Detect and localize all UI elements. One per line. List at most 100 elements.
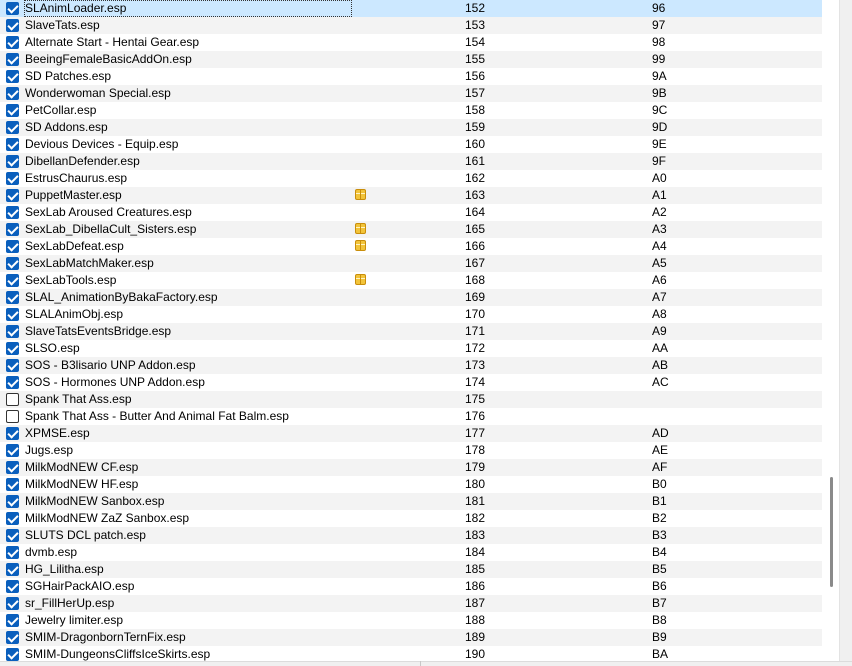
checkbox-checked[interactable] — [6, 291, 19, 304]
checkbox-checked[interactable] — [6, 427, 19, 440]
checkbox-checked[interactable] — [6, 189, 19, 202]
checkbox-checked[interactable] — [6, 359, 19, 372]
checkbox-checked[interactable] — [6, 580, 19, 593]
plugin-row[interactable]: SGHairPackAIO.esp 186 B6 — [0, 578, 822, 595]
plugin-priority: 184 — [465, 545, 486, 559]
checkbox-checked[interactable] — [6, 512, 19, 525]
checkbox-checked[interactable] — [6, 172, 19, 185]
plugin-row[interactable]: BeeingFemaleBasicAddOn.esp 155 99 — [0, 51, 822, 68]
plugin-name: dvmb.esp — [25, 545, 78, 559]
plugin-priority: 190 — [465, 647, 486, 661]
checkbox-checked[interactable] — [6, 342, 19, 355]
plugin-row[interactable]: MilkModNEW CF.esp 179 AF — [0, 459, 822, 476]
scrollbar-thumb[interactable] — [830, 477, 833, 587]
plugin-row[interactable]: Spank That Ass.esp 175 — [0, 391, 822, 408]
plugin-row[interactable]: SOS - Hormones UNP Addon.esp 174 AC — [0, 374, 822, 391]
checkbox-checked[interactable] — [6, 563, 19, 576]
checkbox-checked[interactable] — [6, 2, 19, 15]
checkbox-checked[interactable] — [6, 546, 19, 559]
plugin-row[interactable]: SexLab Aroused Creatures.esp 164 A2 — [0, 204, 822, 221]
plugin-row[interactable]: SlaveTats.esp 153 97 — [0, 17, 822, 34]
plugin-priority: 157 — [465, 86, 486, 100]
plugin-row[interactable]: Jewelry limiter.esp 188 B8 — [0, 612, 822, 629]
plugin-row[interactable]: DibellanDefender.esp 161 9F — [0, 153, 822, 170]
plugin-priority: 181 — [465, 494, 486, 508]
plugin-row[interactable]: SLSO.esp 172 AA — [0, 340, 822, 357]
checkbox-checked[interactable] — [6, 240, 19, 253]
checkbox-checked[interactable] — [6, 121, 19, 134]
plugin-row[interactable]: Spank That Ass - Butter And Animal Fat B… — [0, 408, 822, 425]
checkbox-checked[interactable] — [6, 597, 19, 610]
checkbox-checked[interactable] — [6, 325, 19, 338]
checkbox-unchecked[interactable] — [6, 410, 19, 423]
checkbox-checked[interactable] — [6, 631, 19, 644]
plugin-mod-index: AD — [652, 426, 669, 440]
plugin-priority: 183 — [465, 528, 486, 542]
plugin-row[interactable]: SMIM-DungeonsCliffsIceSkirts.esp 190 BA — [0, 646, 822, 661]
plugin-row[interactable]: PuppetMaster.esp 163 A1 — [0, 187, 822, 204]
checkbox-unchecked[interactable] — [6, 393, 19, 406]
checkbox-checked[interactable] — [6, 444, 19, 457]
plugin-row[interactable]: SLAL_AnimationByBakaFactory.esp 169 A7 — [0, 289, 822, 306]
plugin-row[interactable]: sr_FillHerUp.esp 187 B7 — [0, 595, 822, 612]
plugin-mod-index: AB — [652, 358, 669, 372]
plugin-row[interactable]: SexLab_DibellaCult_Sisters.esp 165 A3 — [0, 221, 822, 238]
plugin-mod-index: A2 — [652, 205, 667, 219]
plugin-row[interactable]: SMIM-DragonbornTernFix.esp 189 B9 — [0, 629, 822, 646]
plugin-row[interactable]: EstrusChaurus.esp 162 A0 — [0, 170, 822, 187]
plugin-row[interactable]: SLAnimLoader.esp 152 96 — [0, 0, 822, 17]
checkbox-checked[interactable] — [6, 53, 19, 66]
plugin-row[interactable]: SOS - B3lisario UNP Addon.esp 173 AB — [0, 357, 822, 374]
plugin-row[interactable]: PetCollar.esp 158 9C — [0, 102, 822, 119]
plugin-name: SMIM-DragonbornTernFix.esp — [25, 630, 186, 644]
checkbox-checked[interactable] — [6, 529, 19, 542]
plugin-mod-index: 9C — [652, 103, 668, 117]
checkbox-checked[interactable] — [6, 206, 19, 219]
plugin-row[interactable]: SexLabMatchMaker.esp 167 A5 — [0, 255, 822, 272]
plugin-name: MilkModNEW HF.esp — [25, 477, 139, 491]
checkbox-checked[interactable] — [6, 648, 19, 661]
plugin-row[interactable]: SlaveTatsEventsBridge.esp 171 A9 — [0, 323, 822, 340]
checkbox-checked[interactable] — [6, 478, 19, 491]
plugin-row[interactable]: Alternate Start - Hentai Gear.esp 154 98 — [0, 34, 822, 51]
vertical-scrollbar[interactable] — [822, 0, 839, 661]
checkbox-checked[interactable] — [6, 376, 19, 389]
plugin-row[interactable]: XPMSE.esp 177 AD — [0, 425, 822, 442]
plugin-priority: 188 — [465, 613, 486, 627]
plugin-row[interactable]: HG_Lilitha.esp 185 B5 — [0, 561, 822, 578]
checkbox-checked[interactable] — [6, 308, 19, 321]
plugin-row[interactable]: MilkModNEW ZaZ Sanbox.esp 182 B2 — [0, 510, 822, 527]
checkbox-checked[interactable] — [6, 19, 19, 32]
checkbox-checked[interactable] — [6, 70, 19, 83]
checkbox-checked[interactable] — [6, 87, 19, 100]
checkbox-checked[interactable] — [6, 104, 19, 117]
plugin-row[interactable]: MilkModNEW HF.esp 180 B0 — [0, 476, 822, 493]
plugin-row[interactable]: SexLabDefeat.esp 166 A4 — [0, 238, 822, 255]
plugin-row[interactable]: SD Patches.esp 156 9A — [0, 68, 822, 85]
plugin-row[interactable]: dvmb.esp 184 B4 — [0, 544, 822, 561]
plugin-name: PetCollar.esp — [25, 103, 97, 117]
plugin-priority: 174 — [465, 375, 486, 389]
checkbox-checked[interactable] — [6, 274, 19, 287]
plugin-mod-index: 97 — [652, 18, 666, 32]
checkbox-checked[interactable] — [6, 461, 19, 474]
plugin-list[interactable]: SLAnimLoader.esp 152 96 SlaveTats.esp 153 97 A… — [0, 0, 822, 661]
plugin-row[interactable]: SexLabTools.esp 168 A6 — [0, 272, 822, 289]
checkbox-checked[interactable] — [6, 495, 19, 508]
plugin-row[interactable]: SLALAnimObj.esp 170 A8 — [0, 306, 822, 323]
plugin-row[interactable]: MilkModNEW Sanbox.esp 181 B1 — [0, 493, 822, 510]
checkbox-checked[interactable] — [6, 138, 19, 151]
checkbox-checked[interactable] — [6, 36, 19, 49]
plugin-row[interactable]: SLUTS DCL patch.esp 183 B3 — [0, 527, 822, 544]
checkbox-checked[interactable] — [6, 223, 19, 236]
checkbox-checked[interactable] — [6, 155, 19, 168]
checkbox-checked[interactable] — [6, 257, 19, 270]
plugin-row[interactable]: SD Addons.esp 159 9D — [0, 119, 822, 136]
plugin-name: SLALAnimObj.esp — [25, 307, 124, 321]
plugin-name: SexLab_DibellaCult_Sisters.esp — [25, 222, 197, 236]
plugin-row[interactable]: Devious Devices - Equip.esp 160 9E — [0, 136, 822, 153]
plugin-row[interactable]: Jugs.esp 178 AE — [0, 442, 822, 459]
plugin-priority: 165 — [465, 222, 486, 236]
plugin-row[interactable]: Wonderwoman Special.esp 157 9B — [0, 85, 822, 102]
checkbox-checked[interactable] — [6, 614, 19, 627]
